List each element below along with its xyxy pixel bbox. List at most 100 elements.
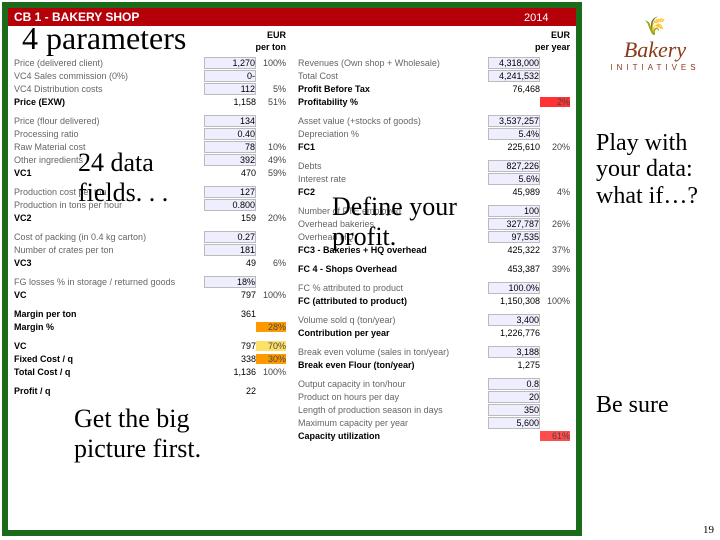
row-pct: 10% <box>256 142 286 152</box>
row-value: 0.27 <box>204 231 256 243</box>
row-pct: 20% <box>256 213 286 223</box>
row-label: Depreciation % <box>298 129 488 139</box>
row-label: Volume sold q (ton/year) <box>298 315 488 325</box>
slide: CB 1 - BAKERY SHOP 2014 EUR per ton Pric… <box>0 0 720 540</box>
row-label: Debts <box>298 161 488 171</box>
row-pct: 59% <box>256 168 286 178</box>
row-value: 45,989 <box>490 187 540 197</box>
row-label: Interest rate <box>298 174 488 184</box>
row-value: 4,241,532 <box>488 70 540 82</box>
row-label: Break even volume (sales in ton/year) <box>298 347 488 357</box>
row-value: 76,468 <box>490 84 540 94</box>
row-pct: 37% <box>540 245 570 255</box>
overlay-big-picture: Get the big picture first. <box>74 404 254 464</box>
row-label: Cost of packing (in 0.4 kg carton) <box>14 232 204 242</box>
data-row: Product on hours per day20 <box>298 390 570 403</box>
row-value: 97,535 <box>488 231 540 243</box>
data-row: VC79770% <box>14 339 286 352</box>
overlay-play-with-data: Play with your data: what if…? <box>596 130 706 209</box>
data-row: Margin per ton361 <box>14 307 286 320</box>
row-value: 159 <box>206 213 256 223</box>
row-value: 1,150,308 <box>490 296 540 306</box>
row-value: 1,226,776 <box>490 328 540 338</box>
data-row: Volume sold q (ton/year)3,400 <box>298 313 570 326</box>
row-label: VC4 Sales commission (0%) <box>14 71 204 81</box>
row-label: Profitability % <box>298 97 490 107</box>
unit-per-year: per year <box>535 42 570 52</box>
row-value: 361 <box>206 309 256 319</box>
row-value: 797 <box>206 341 256 351</box>
data-row: Price (EXW)1,15851% <box>14 95 286 108</box>
data-row: Price (delivered client)1,270100% <box>14 56 286 69</box>
data-row: FC 4 - Shops Overhead453,38739% <box>298 262 570 275</box>
row-value: 100.0% <box>488 282 540 294</box>
overlay-4-parameters: 4 parameters <box>22 20 186 57</box>
overlay-24-fields: 24 data fields. . . <box>78 148 218 208</box>
row-label: VC <box>14 341 206 351</box>
row-value: 3,400 <box>488 314 540 326</box>
right-rows: Revenues (Own shop + Wholesale)4,318,000… <box>298 56 570 448</box>
data-row: VC4 Distribution costs1125% <box>14 82 286 95</box>
row-value: 4,318,000 <box>488 57 540 69</box>
year-label: 2014 <box>524 12 548 24</box>
row-label: Number of crates per ton <box>14 245 204 255</box>
row-pct: 28% <box>256 322 286 332</box>
row-value: 797 <box>206 290 256 300</box>
row-label: FC 4 - Shops Overhead <box>298 264 490 274</box>
row-value: 134 <box>204 115 256 127</box>
overlay-be-sure: Be sure <box>596 392 706 418</box>
row-label: FC (attributed to product) <box>298 296 490 306</box>
row-label: VC2 <box>14 213 206 223</box>
row-value: 425,322 <box>490 245 540 255</box>
data-row: Asset value (+stocks of goods)3,537,257 <box>298 114 570 127</box>
data-row: Fixed Cost / q33830% <box>14 352 286 365</box>
row-pct: 20% <box>540 142 570 152</box>
row-label: Contribution per year <box>298 328 490 338</box>
data-row: Profit Before Tax76,468 <box>298 82 570 95</box>
row-value: 181 <box>204 244 256 256</box>
logo-subtext: INITIATIVES <box>594 63 716 72</box>
row-pct: 4% <box>540 187 570 197</box>
row-pct: 61% <box>540 431 570 441</box>
data-row: FC1225,61020% <box>298 140 570 153</box>
row-label: Maximum capacity per year <box>298 418 488 428</box>
unit-eur-r: EUR <box>551 30 570 40</box>
row-pct: 26% <box>540 219 570 229</box>
row-label: VC <box>14 290 206 300</box>
row-value: 20 <box>488 391 540 403</box>
row-label: Margin % <box>14 322 206 332</box>
row-value: 5,600 <box>488 417 540 429</box>
row-value: 112 <box>204 83 256 95</box>
row-pct: 30% <box>256 354 286 364</box>
unit-eur: EUR <box>267 30 286 40</box>
row-label: Capacity utilization <box>298 431 490 441</box>
right-column: EUR per year Revenues (Own shop + Wholes… <box>292 26 576 530</box>
row-label: Total Cost <box>298 71 488 81</box>
row-value: 327,787 <box>488 218 540 230</box>
row-label: FC1 <box>298 142 490 152</box>
row-value: 3,188 <box>488 346 540 358</box>
data-row: VC3496% <box>14 256 286 269</box>
row-label: Profit / q <box>14 386 206 396</box>
row-label: FG losses % in storage / returned goods <box>14 277 204 287</box>
row-value: 0.40 <box>204 128 256 140</box>
row-value: 1,158 <box>206 97 256 107</box>
row-pct: 100% <box>256 290 286 300</box>
data-row: Depreciation %5.4% <box>298 127 570 140</box>
data-row: Total Cost4,241,532 <box>298 69 570 82</box>
row-value: 0.8 <box>488 378 540 390</box>
data-row: Contribution per year1,226,776 <box>298 326 570 339</box>
row-pct: 100% <box>256 367 286 377</box>
data-row: Length of production season in days350 <box>298 403 570 416</box>
row-value: 1,275 <box>490 360 540 370</box>
data-row: FC (attributed to product)1,150,308100% <box>298 294 570 307</box>
row-label: Price (flour delivered) <box>14 116 204 126</box>
data-row: VC797100% <box>14 288 286 301</box>
row-value: 0- <box>204 70 256 82</box>
row-pct: 100% <box>540 296 570 306</box>
row-label: Fixed Cost / q <box>14 354 206 364</box>
row-pct: 5% <box>256 84 286 94</box>
row-label: Product on hours per day <box>298 392 488 402</box>
row-value: 5.4% <box>488 128 540 140</box>
row-value: 827,226 <box>488 160 540 172</box>
